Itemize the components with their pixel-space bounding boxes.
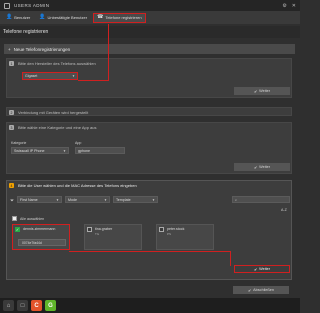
app-label: App xyxy=(75,141,82,145)
next-label: Weiter xyxy=(259,89,271,93)
annotation-line xyxy=(230,251,231,266)
plus-icon: + xyxy=(8,46,11,52)
step-4-next-button[interactable]: ✔ Weiter xyxy=(234,265,290,273)
category-label: Kategorie xyxy=(11,141,27,145)
app-c-icon[interactable]: C xyxy=(31,300,42,311)
finish-button[interactable]: ✔ Abschließen xyxy=(233,286,289,294)
window-icon[interactable]: □ xyxy=(17,300,28,311)
check-icon: ✔ xyxy=(253,89,258,94)
annotation-line xyxy=(78,80,109,81)
filter-template[interactable]: Template ▼ xyxy=(113,196,158,203)
filter-icon: ⏷ xyxy=(10,198,15,204)
user-checkbox[interactable] xyxy=(87,227,92,232)
step-2-text: Verbindung mit Geräten wird hergestellt xyxy=(18,110,89,115)
select-all-checkbox[interactable] xyxy=(12,216,17,221)
chevron-down-icon: ▼ xyxy=(56,197,59,202)
step-1-panel: 1 Bitte den Hersteller des Telefons ausw… xyxy=(6,58,292,98)
user-card[interactable]: tina.graber TG xyxy=(84,224,142,250)
chevron-down-icon: ▼ xyxy=(104,197,107,202)
check-icon: ✔ xyxy=(253,165,258,170)
filter-value: Template xyxy=(116,197,131,202)
annotation-line xyxy=(108,24,109,80)
page-title: Telefone registrieren xyxy=(3,29,49,35)
annotation-line xyxy=(69,251,230,252)
tab-benutzer[interactable]: 👤 Benutzer xyxy=(3,13,33,23)
step-number: 1 xyxy=(9,61,14,66)
user-name: peter.stock xyxy=(167,227,185,231)
search-icon: ⌕ xyxy=(235,197,238,202)
user-checkbox[interactable] xyxy=(159,227,164,232)
step-4-text: Bitte die User wählen und die MAC Adress… xyxy=(18,183,137,188)
window-titlebar: USERS ADMIN ⚙ ✕ xyxy=(0,0,300,11)
user-icon: 👤 xyxy=(39,14,46,20)
app-icon xyxy=(4,2,10,9)
app-input-value: gphone xyxy=(78,148,90,153)
window-title: USERS ADMIN xyxy=(14,3,50,8)
step-2-panel: 2 Verbindung mit Geräten wird hergestell… xyxy=(6,107,292,116)
app-g-icon[interactable]: G xyxy=(45,300,56,311)
tab-label: Unbestätigte Benutzer xyxy=(47,15,88,20)
step-number: 2 xyxy=(9,110,14,115)
manufacturer-select[interactable]: Gigaset ▼ xyxy=(22,72,78,80)
next-label: Weiter xyxy=(259,267,271,271)
chevron-down-icon: ▼ xyxy=(63,148,66,153)
new-registration-label: Neue Telefonregistrierungen xyxy=(13,46,71,52)
user-card[interactable]: ✓ dennis.zimmermann 0074e7fa44d xyxy=(12,224,70,250)
user-card[interactable]: peter.stock PS xyxy=(156,224,214,250)
filter-value: Mode xyxy=(68,197,77,202)
tab-unbestaetigte-benutzer[interactable]: 👤 Unbestätigte Benutzer xyxy=(36,13,90,23)
search-input[interactable]: ⌕ xyxy=(232,196,290,203)
close-icon[interactable]: ✕ xyxy=(292,3,296,9)
phone-icon: ☎ xyxy=(97,14,104,20)
page-header: Telefone registrieren xyxy=(0,26,300,38)
step-1-text: Bitte den Hersteller des Telefons auswäh… xyxy=(18,61,96,66)
bottom-toolbar: ⌂ □ C G xyxy=(0,298,300,313)
tab-bar: 👤 Benutzer 👤 Unbestätigte Benutzer ☎ Tel… xyxy=(0,11,300,24)
chevron-down-icon: ▼ xyxy=(72,74,75,78)
select-all-label: Alle auswählen xyxy=(20,217,45,221)
user-name: dennis.zimmermann xyxy=(23,227,56,231)
tab-telefone-registrieren[interactable]: ☎ Telefone registrieren xyxy=(93,12,146,23)
user-icon: 👤 xyxy=(6,14,13,20)
category-select-value: Swisscall IP Phone xyxy=(14,148,45,153)
step-3-panel: 3 Bitte wähle eine Kategorie und eine Ap… xyxy=(6,122,292,174)
filter-value: First Name xyxy=(20,197,38,202)
home-icon[interactable]: ⌂ xyxy=(3,300,14,311)
step-3-next-button[interactable]: ✔ Weiter xyxy=(234,163,290,171)
user-name: tina.graber xyxy=(95,227,113,231)
finish-label: Abschließen xyxy=(253,288,275,292)
user-initials: PS xyxy=(167,232,172,236)
check-icon: ✔ xyxy=(247,288,252,293)
next-label: Weiter xyxy=(259,165,271,169)
step-3-text: Bitte wähle eine Kategorie und eine App … xyxy=(18,125,97,130)
step-1-next-button[interactable]: ✔ Weiter xyxy=(234,87,290,95)
filter-first-name[interactable]: First Name ▼ xyxy=(17,196,62,203)
step-number: 3 xyxy=(9,125,14,130)
chevron-down-icon: ▼ xyxy=(152,197,155,202)
step-number: 4 xyxy=(9,183,14,188)
mac-address-input[interactable]: 0074e7fa44d xyxy=(18,239,66,246)
app-input[interactable]: gphone xyxy=(75,147,125,154)
new-registration-bar[interactable]: + Neue Telefonregistrierungen xyxy=(4,44,295,54)
user-initials: TG xyxy=(95,232,100,236)
tab-label: Benutzer xyxy=(14,15,31,20)
category-select[interactable]: Swisscall IP Phone ▼ xyxy=(11,147,69,154)
mac-address-value: 0074e7fa44d xyxy=(22,240,42,245)
check-icon: ✔ xyxy=(253,267,258,272)
settings-icon[interactable]: ⚙ xyxy=(282,3,286,9)
step-4-panel: 4 Bitte die User wählen und die MAC Adre… xyxy=(6,180,292,280)
filter-mode[interactable]: Mode ▼ xyxy=(65,196,110,203)
manufacturer-select-value: Gigaset xyxy=(25,74,38,78)
tab-label: Telefone registrieren xyxy=(105,15,142,20)
user-checkbox[interactable]: ✓ xyxy=(15,227,20,232)
sort-az-button[interactable]: A-Z xyxy=(281,208,287,212)
